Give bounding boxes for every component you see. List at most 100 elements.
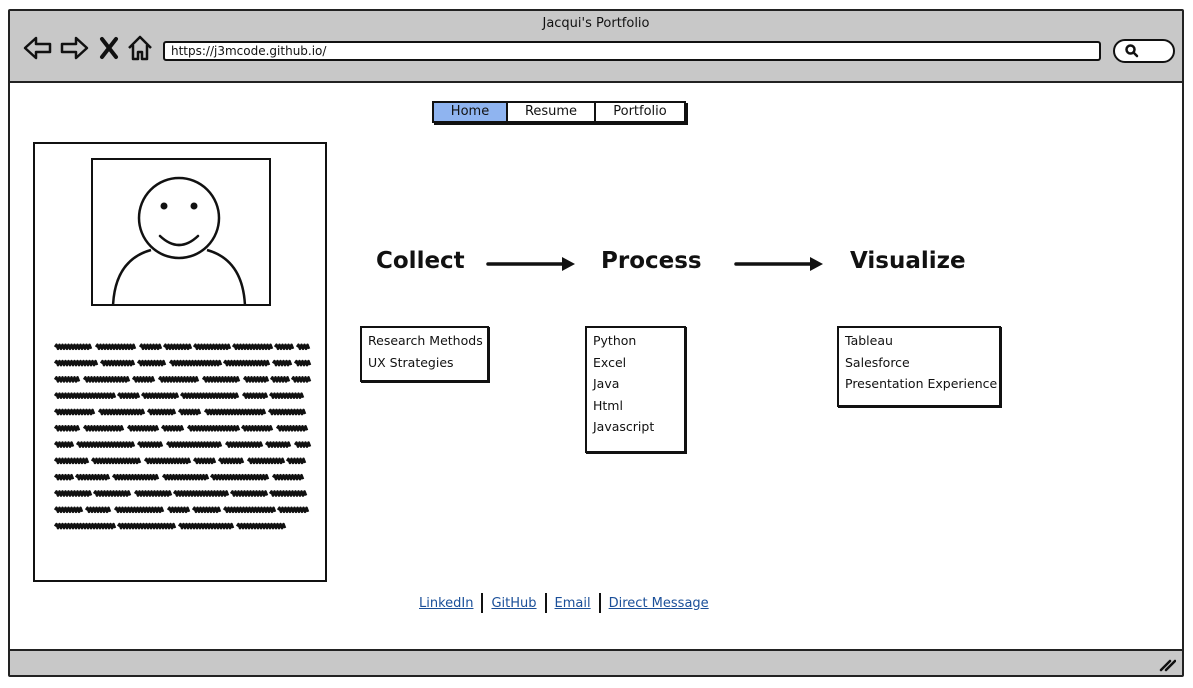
home-icon[interactable] — [126, 33, 154, 63]
scribble-word — [74, 473, 111, 481]
scribble-word — [53, 473, 75, 481]
scribble-word — [240, 425, 274, 432]
link-email[interactable]: Email — [555, 596, 591, 611]
scribble-word — [82, 376, 131, 383]
tab-resume[interactable]: Resume — [508, 103, 596, 121]
stage-collect: Collect — [376, 248, 465, 274]
list-item: UX Strategies — [368, 354, 454, 370]
scribble-word — [192, 343, 232, 351]
scribble-word — [53, 392, 117, 399]
list-item: Python — [593, 333, 637, 348]
scribble-word — [203, 408, 267, 416]
scribble-word — [293, 359, 312, 367]
scribble-word — [75, 441, 136, 448]
scribble-word — [82, 425, 125, 432]
scribble-word — [222, 506, 277, 514]
scribble-word — [53, 441, 75, 448]
list-item: Javascript — [593, 419, 655, 434]
scribble-word — [53, 522, 117, 530]
scribble-word — [53, 408, 96, 416]
scribble-word — [231, 343, 274, 351]
footer-links: LinkedIn GitHub Email Direct Message — [419, 593, 709, 613]
nav-tabs: Home Resume Portfolio — [432, 101, 686, 123]
collect-skills-list: Research Methods UX Strategies — [360, 326, 489, 382]
scribble-word — [111, 473, 160, 481]
scribble-word — [273, 343, 295, 351]
scribble-word — [131, 376, 156, 383]
scribble-word — [53, 506, 84, 514]
scribble-word — [113, 506, 165, 514]
list-item: Java — [593, 376, 620, 391]
scribble-word — [235, 522, 287, 530]
scribble-word — [222, 359, 271, 367]
address-bar[interactable]: https://j3mcode.github.io/ — [163, 41, 1101, 61]
list-item: Research Methods — [368, 333, 483, 348]
tab-portfolio[interactable]: Portfolio — [596, 103, 684, 121]
scribble-word — [133, 490, 173, 497]
back-arrow-icon[interactable] — [22, 33, 54, 63]
scribble-word — [90, 457, 142, 465]
scribble-word — [160, 425, 185, 432]
bio-placeholder-text — [53, 343, 312, 530]
scribble-word — [136, 441, 164, 448]
scribble-word — [99, 359, 136, 367]
divider — [544, 593, 547, 613]
scribble-word — [157, 376, 200, 383]
scribble-word — [241, 392, 269, 399]
scribble-word — [186, 425, 241, 432]
scribble-word — [97, 408, 146, 416]
scribble-word — [92, 490, 132, 497]
title-bar: Jacqui's Portfolio https://j3mcode.githu… — [10, 11, 1182, 83]
scribble-word — [53, 490, 93, 497]
scribble-word — [267, 408, 307, 416]
list-item: Salesforce — [845, 354, 910, 370]
scribble-word — [275, 425, 309, 432]
scribble-word — [116, 522, 177, 530]
scribble-word — [191, 506, 222, 514]
search-button[interactable] — [1113, 39, 1175, 63]
arrow-right-icon — [734, 257, 823, 271]
stage-process: Process — [601, 248, 702, 274]
profile-card — [33, 142, 327, 582]
link-direct-message[interactable]: Direct Message — [609, 596, 709, 611]
scribble-word — [53, 376, 81, 383]
close-x-icon[interactable] — [98, 33, 120, 63]
resize-grip-icon[interactable] — [1158, 656, 1176, 672]
scribble-word — [143, 457, 192, 465]
smiley-avatar-icon — [111, 176, 247, 304]
tab-home[interactable]: Home — [434, 103, 508, 121]
scribble-word — [138, 343, 163, 351]
scribble-word — [293, 441, 312, 448]
scribble-word — [269, 376, 291, 383]
arrow-right-icon — [486, 257, 575, 271]
scribble-word — [268, 392, 305, 399]
scribble-word — [246, 457, 286, 465]
scribble-word — [146, 408, 177, 416]
scribble-word — [94, 343, 137, 351]
scribble-word — [162, 343, 193, 351]
forward-arrow-icon[interactable] — [58, 33, 90, 63]
list-item: Excel — [593, 354, 627, 370]
scribble-word — [264, 441, 292, 448]
visualize-skills-list: Tableau Salesforce Presentation Experien… — [837, 326, 1001, 407]
divider — [598, 593, 601, 613]
scribble-word — [271, 473, 305, 481]
scribble-word — [172, 490, 230, 497]
scribble-word — [126, 425, 160, 432]
search-icon — [1125, 44, 1139, 58]
scribble-word — [166, 506, 191, 514]
scribble-word — [177, 522, 235, 530]
scribble-word — [53, 457, 90, 465]
list-item: Tableau — [845, 333, 893, 348]
scribble-word — [161, 473, 210, 481]
window-title: Jacqui's Portfolio — [542, 16, 650, 31]
status-bar — [10, 649, 1182, 675]
stage-visualize: Visualize — [850, 248, 966, 274]
divider — [481, 593, 484, 613]
scribble-word — [177, 408, 202, 416]
scribble-word — [268, 490, 308, 497]
avatar — [91, 158, 271, 306]
link-linkedin[interactable]: LinkedIn — [419, 596, 473, 611]
link-github[interactable]: GitHub — [491, 596, 536, 611]
scribble-word — [285, 457, 307, 465]
